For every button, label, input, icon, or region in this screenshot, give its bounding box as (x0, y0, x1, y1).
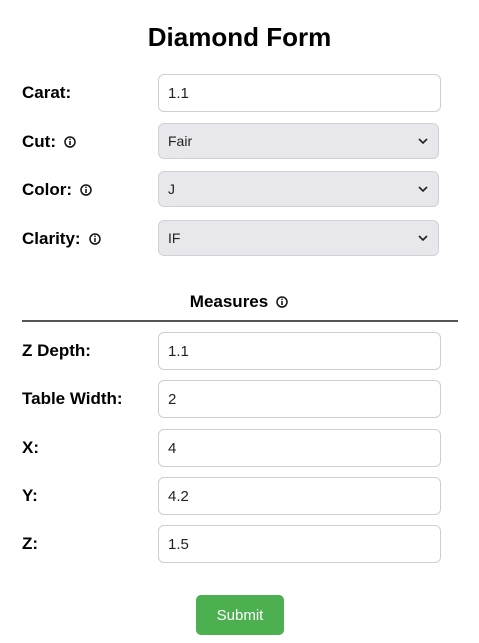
z-input[interactable] (158, 525, 441, 563)
cut-label-text: Cut: (22, 132, 56, 151)
z-depth-input[interactable] (158, 332, 441, 370)
z-depth-label: Z Depth: (22, 332, 91, 370)
z-row: Z: (0, 525, 479, 563)
info-icon[interactable] (275, 295, 289, 309)
x-label-text: X: (22, 438, 39, 457)
z-label: Z: (22, 525, 38, 563)
z-depth-row: Z Depth: (0, 332, 479, 370)
y-row: Y: (0, 477, 479, 515)
color-label-text: Color: (22, 180, 73, 199)
color-select[interactable]: J (158, 171, 439, 207)
y-label: Y: (22, 477, 38, 515)
info-icon[interactable] (79, 183, 93, 197)
measures-heading: Measures (0, 290, 479, 314)
measures-divider (22, 320, 458, 322)
carat-input[interactable] (158, 74, 441, 112)
clarity-row: Clarity: IF (0, 220, 479, 258)
z-label-text: Z: (22, 534, 39, 553)
table-width-label: Table Width: (22, 380, 123, 418)
table-width-label-text: Table Width: (22, 389, 123, 408)
table-width-row: Table Width: (0, 380, 479, 418)
page-title: Diamond Form (147, 22, 332, 52)
table-width-input[interactable] (158, 380, 441, 418)
clarity-label: Clarity: (22, 220, 102, 258)
z-depth-label-text: Z Depth: (22, 341, 91, 360)
carat-label: Carat: (22, 74, 71, 112)
color-select-value: J (168, 181, 175, 197)
info-icon[interactable] (63, 135, 77, 149)
color-row: Color: J (0, 171, 479, 209)
x-row: X: (0, 429, 479, 467)
info-icon[interactable] (88, 232, 102, 246)
carat-label-text: Carat: (22, 83, 72, 102)
y-label-text: Y: (22, 486, 38, 505)
carat-row: Carat: (0, 74, 479, 112)
clarity-label-text: Clarity: (22, 229, 81, 248)
chevron-down-icon (417, 183, 429, 195)
x-input[interactable] (158, 429, 441, 467)
y-input[interactable] (158, 477, 441, 515)
chevron-down-icon (417, 232, 429, 244)
measures-heading-text: Measures (189, 292, 269, 311)
color-label: Color: (22, 171, 93, 209)
cut-row: Cut: Fair (0, 123, 479, 161)
chevron-down-icon (417, 135, 429, 147)
cut-select[interactable]: Fair (158, 123, 439, 159)
x-label: X: (22, 429, 39, 467)
clarity-select-value: IF (168, 230, 181, 246)
clarity-select[interactable]: IF (158, 220, 439, 256)
cut-select-value: Fair (168, 133, 193, 149)
cut-label: Cut: (22, 123, 77, 161)
submit-button[interactable]: Submit (196, 595, 284, 635)
